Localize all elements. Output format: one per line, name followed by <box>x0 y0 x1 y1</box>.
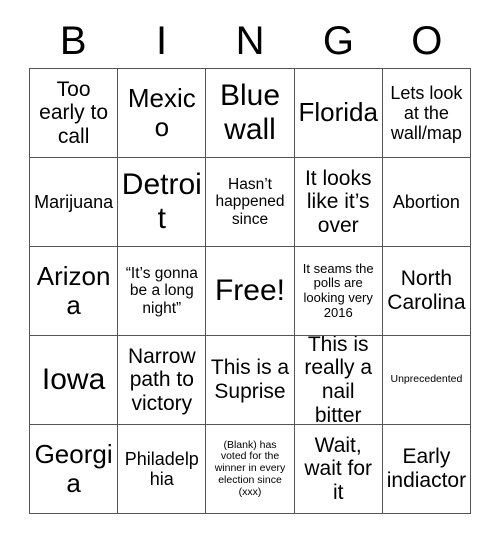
bingo-cell[interactable]: Detroit <box>118 158 207 247</box>
bingo-cell[interactable]: Arizona <box>30 247 119 336</box>
bingo-cell-label: It seams the polls are looking very 2016 <box>302 260 374 320</box>
bingo-cell[interactable]: (Blank) has voted for the winner in ever… <box>206 425 295 514</box>
bingo-cell[interactable]: Wait, wait for it <box>294 425 383 514</box>
bingo-cell-label: Unprecedented <box>390 373 463 386</box>
bingo-cell[interactable]: Mexico <box>118 69 207 158</box>
bingo-grid: Too early to call Mexico Blue wall Flori… <box>29 68 472 514</box>
bingo-cell[interactable]: Philadelphia <box>118 425 207 514</box>
bingo-row: Marijuana Detroit Hasn’t happened since … <box>30 158 472 247</box>
header-letter-o: O <box>411 18 443 63</box>
bingo-cell[interactable]: “It’s gonna be a long night” <box>118 247 207 336</box>
bingo-cell-label: Too early to call <box>39 77 109 148</box>
bingo-cell-label: Arizona <box>36 260 111 320</box>
bingo-card: B I N G O Too early to call Mexico Blue … <box>29 13 472 514</box>
bingo-cell[interactable]: It seams the polls are looking very 2016 <box>294 247 383 336</box>
bingo-cell-label: North Carolina <box>387 267 466 314</box>
bingo-cell-label: It looks like it’s over <box>304 166 372 237</box>
bingo-cell-label: Iowa <box>41 363 106 397</box>
header-letter-g: G <box>322 18 354 63</box>
bingo-row: Too early to call Mexico Blue wall Flori… <box>30 69 472 158</box>
bingo-cell-label: Mexico <box>127 82 196 142</box>
bingo-cell[interactable]: Iowa <box>30 336 119 425</box>
header-letter-b: B <box>59 18 87 63</box>
bingo-cell[interactable]: Early indiactor <box>382 425 472 514</box>
bingo-cell[interactable]: Hasn’t happened since <box>206 158 295 247</box>
bingo-cell[interactable]: North Carolina <box>382 247 472 336</box>
bingo-cell-label: Marijuana <box>34 191 114 212</box>
bingo-cell-label: Detroit <box>121 168 202 235</box>
bingo-cell-label: (Blank) has voted for the winner in ever… <box>214 438 286 498</box>
bingo-cell[interactable]: Marijuana <box>30 158 119 247</box>
bingo-cell-label: Hasn’t happened since <box>215 175 285 228</box>
bingo-cell-label: Narrow path to victory <box>127 344 196 415</box>
header-letter-n: N <box>235 18 265 63</box>
bingo-cell[interactable]: It looks like it’s over <box>294 158 383 247</box>
bingo-row: Arizona “It’s gonna be a long night” Fre… <box>30 247 472 336</box>
bingo-header: B I N G O <box>29 13 471 68</box>
header-letter-i: I <box>156 18 168 63</box>
bingo-cell-label: Lets look at the wall/map <box>390 82 463 144</box>
bingo-cell[interactable]: Georgia <box>30 425 119 514</box>
bingo-cell-label: This is really a nail bitter <box>304 336 373 425</box>
bingo-cell-label: This is a Suprise <box>210 356 290 403</box>
bingo-row: Iowa Narrow path to victory This is a Su… <box>30 336 472 425</box>
bingo-cell-label: Early indiactor <box>386 445 467 492</box>
bingo-cell-label: Georgia <box>34 438 113 498</box>
bingo-cell-label: Wait, wait for it <box>304 433 373 504</box>
bingo-cell[interactable]: Too early to call <box>30 69 119 158</box>
bingo-cell[interactable]: Lets look at the wall/map <box>382 69 472 158</box>
bingo-cell[interactable]: This is a Suprise <box>206 336 295 425</box>
bingo-cell-label: Florida <box>298 97 378 128</box>
bingo-cell[interactable]: This is really a nail bitter <box>294 336 383 425</box>
bingo-cell-free[interactable]: Free! <box>206 247 295 336</box>
bingo-cell[interactable]: Blue wall <box>206 69 295 158</box>
bingo-cell[interactable]: Narrow path to victory <box>118 336 207 425</box>
bingo-cell-label: Abortion <box>392 191 460 212</box>
bingo-cell[interactable]: Abortion <box>382 158 472 247</box>
bingo-cell[interactable]: Florida <box>294 69 383 158</box>
bingo-cell-label: “It’s gonna be a long night” <box>125 264 198 317</box>
bingo-cell-label: Philadelphia <box>124 448 199 489</box>
bingo-cell-label: Free! <box>214 274 286 308</box>
bingo-row: Georgia Philadelphia (Blank) has voted f… <box>30 425 472 514</box>
bingo-cell-label: Blue wall <box>219 79 281 146</box>
bingo-cell[interactable]: Unprecedented <box>382 336 472 425</box>
